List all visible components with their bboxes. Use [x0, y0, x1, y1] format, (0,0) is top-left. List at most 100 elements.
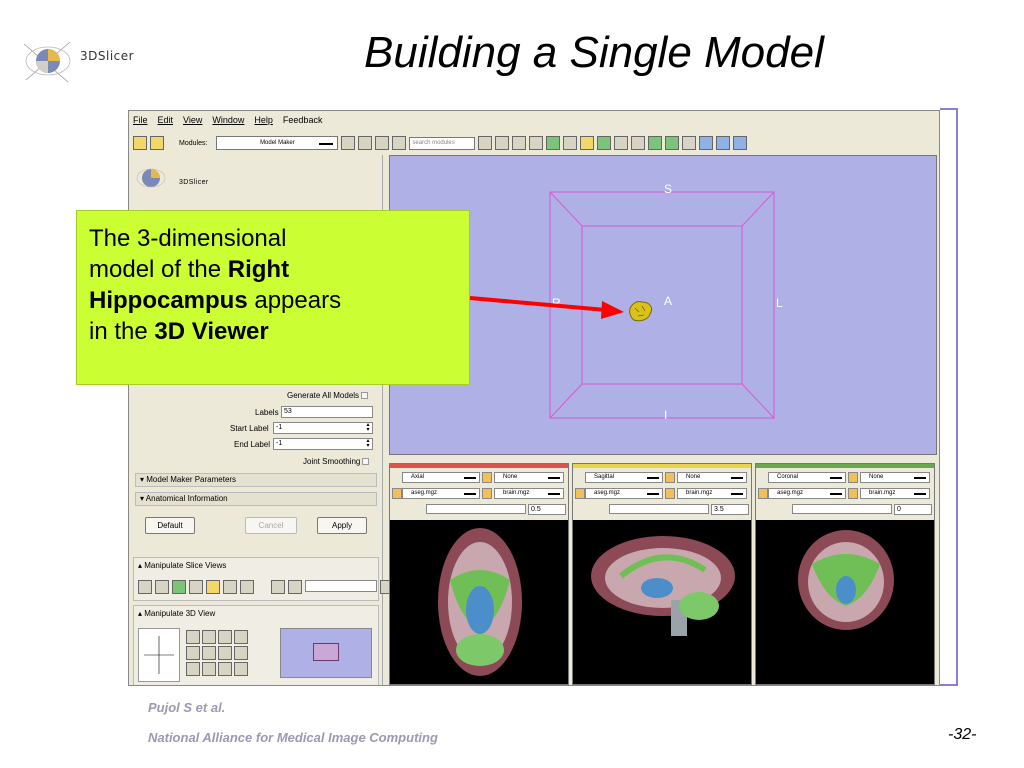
manipulate-slice-views-header[interactable]: ▴ Manipulate Slice Views — [134, 558, 378, 573]
undo-icon[interactable] — [648, 136, 663, 150]
sagittal-label-select[interactable]: aseg.mgz — [585, 488, 663, 499]
apply-button[interactable]: Apply — [317, 517, 367, 534]
compare-icon[interactable] — [288, 580, 302, 594]
redo-icon[interactable] — [665, 136, 680, 150]
end-label-stepper-icon[interactable]: ▴ ▾ — [365, 438, 371, 449]
axial-orientation-select[interactable]: Axial — [402, 472, 480, 483]
background-icon[interactable] — [665, 488, 675, 499]
transforms-icon[interactable] — [597, 136, 612, 150]
prev-module-icon[interactable] — [341, 136, 356, 150]
screenshot-icon[interactable] — [218, 646, 232, 660]
label-volume-icon[interactable] — [758, 488, 768, 499]
spatial-units-icon[interactable] — [240, 580, 254, 594]
zoom-in-icon[interactable] — [234, 630, 248, 644]
foreground-icon[interactable] — [848, 472, 858, 483]
model-maker-parameters-section[interactable]: ▾ Model Maker Parameters — [135, 473, 377, 487]
start-label-stepper-icon[interactable]: ▴ ▾ — [365, 422, 371, 433]
cancel-button[interactable]: Cancel — [245, 517, 297, 534]
roll-icon[interactable] — [202, 630, 216, 644]
editor-icon[interactable] — [580, 136, 595, 150]
data-icon[interactable] — [512, 136, 527, 150]
slice-annotation-icon[interactable] — [206, 580, 220, 594]
slice-fov-icon[interactable] — [172, 580, 186, 594]
coronal-foreground-select[interactable]: None — [860, 472, 930, 483]
axial-slice-viewer[interactable]: Axial None aseg.mgz brain.mgz 0.5 — [389, 463, 569, 685]
foreground-icon[interactable] — [482, 472, 492, 483]
background-icon[interactable] — [848, 488, 858, 499]
background-icon[interactable] — [482, 488, 492, 499]
reset-view-icon[interactable] — [186, 662, 200, 676]
color-icon[interactable] — [631, 136, 646, 150]
layout-icon[interactable] — [682, 136, 697, 150]
module-history-icon[interactable] — [375, 136, 390, 150]
refresh-module-icon[interactable] — [392, 136, 407, 150]
menu-view[interactable]: View — [183, 115, 202, 125]
link-slices-icon[interactable] — [155, 580, 169, 594]
sagittal-orientation-select[interactable]: Sagittal — [585, 472, 663, 483]
module-selector[interactable]: Model Maker — [216, 136, 339, 150]
coronal-slice-viewer[interactable]: Coronal None aseg.mgz brain.mgz 0 — [755, 463, 935, 685]
slice-opacity-slider[interactable] — [305, 580, 377, 592]
menu-file[interactable]: File — [133, 115, 148, 125]
labels-input[interactable]: 53 — [281, 406, 373, 418]
label-volume-icon[interactable] — [575, 488, 585, 499]
fiducials-icon[interactable] — [563, 136, 578, 150]
stereo-icon[interactable] — [202, 662, 216, 676]
visibility-icon[interactable] — [218, 662, 232, 676]
sagittal-slice-viewer[interactable]: Sagittal None aseg.mgz brain.mgz 3.5 — [572, 463, 752, 685]
yaw-icon[interactable] — [218, 630, 232, 644]
sagittal-offset-slider[interactable] — [609, 504, 709, 514]
axial-foreground-select[interactable]: None — [494, 472, 564, 483]
default-button[interactable]: Default — [145, 517, 195, 534]
sagittal-background-select[interactable]: brain.mgz — [677, 488, 747, 499]
start-label-spinbox[interactable]: -1 — [273, 422, 373, 434]
mouse-mode-transform-icon[interactable] — [733, 136, 748, 150]
orientation-compass-icon[interactable] — [138, 628, 180, 682]
menu-window[interactable]: Window — [212, 115, 244, 125]
import-scene-icon[interactable] — [150, 136, 164, 150]
menu-edit[interactable]: Edit — [158, 115, 174, 125]
generate-all-models-checkbox[interactable] — [361, 392, 369, 400]
label-volume-icon[interactable] — [392, 488, 402, 499]
3d-navigation-thumbnail[interactable] — [280, 628, 372, 678]
sagittal-offset-value[interactable]: 3.5 — [711, 504, 749, 515]
pitch-icon[interactable] — [186, 630, 200, 644]
end-label-spinbox[interactable]: -1 — [273, 438, 373, 450]
zoom-out-icon[interactable] — [234, 646, 248, 660]
menu-feedback[interactable]: Feedback — [283, 115, 323, 125]
search-icon[interactable] — [478, 136, 493, 150]
lightbox-icon[interactable] — [271, 580, 285, 594]
menu-help[interactable]: Help — [254, 115, 273, 125]
rock-icon[interactable] — [202, 646, 216, 660]
manipulate-3d-view-header[interactable]: ▴ Manipulate 3D View — [134, 606, 378, 621]
joint-smoothing-row[interactable]: Joint Smoothing — [303, 457, 370, 466]
next-module-icon[interactable] — [358, 136, 373, 150]
slice-layers-icon[interactable] — [189, 580, 203, 594]
coronal-offset-slider[interactable] — [792, 504, 892, 514]
coronal-offset-value[interactable]: 0 — [894, 504, 932, 515]
mouse-mode-place-icon[interactable] — [716, 136, 731, 150]
axial-offset-slider[interactable] — [426, 504, 526, 514]
axial-offset-value[interactable]: 0.5 — [528, 504, 566, 515]
axial-background-select[interactable]: brain.mgz — [494, 488, 564, 499]
home-icon[interactable] — [495, 136, 510, 150]
fit-slices-icon[interactable] — [138, 580, 152, 594]
models-icon[interactable] — [546, 136, 561, 150]
crosshair-icon[interactable] — [223, 580, 237, 594]
generate-all-models-row[interactable]: Generate All Models — [287, 391, 369, 400]
coronal-label-select[interactable]: aseg.mgz — [768, 488, 846, 499]
load-scene-icon[interactable] — [133, 136, 147, 150]
measure-icon[interactable] — [614, 136, 629, 150]
search-modules-input[interactable]: search modules — [409, 136, 476, 150]
mouse-mode-pick-icon[interactable] — [699, 136, 714, 150]
anatomical-information-section[interactable]: ▾ Anatomical Information — [135, 492, 377, 506]
coronal-orientation-select[interactable]: Coronal — [768, 472, 846, 483]
coronal-background-select[interactable]: brain.mgz — [860, 488, 930, 499]
spin-icon[interactable] — [186, 646, 200, 660]
joint-smoothing-checkbox[interactable] — [362, 458, 370, 466]
hippocampus-model-icon[interactable] — [626, 296, 656, 326]
sagittal-foreground-select[interactable]: None — [677, 472, 747, 483]
axial-label-select[interactable]: aseg.mgz — [402, 488, 480, 499]
volumes-icon[interactable] — [529, 136, 544, 150]
projection-icon[interactable] — [234, 662, 248, 676]
